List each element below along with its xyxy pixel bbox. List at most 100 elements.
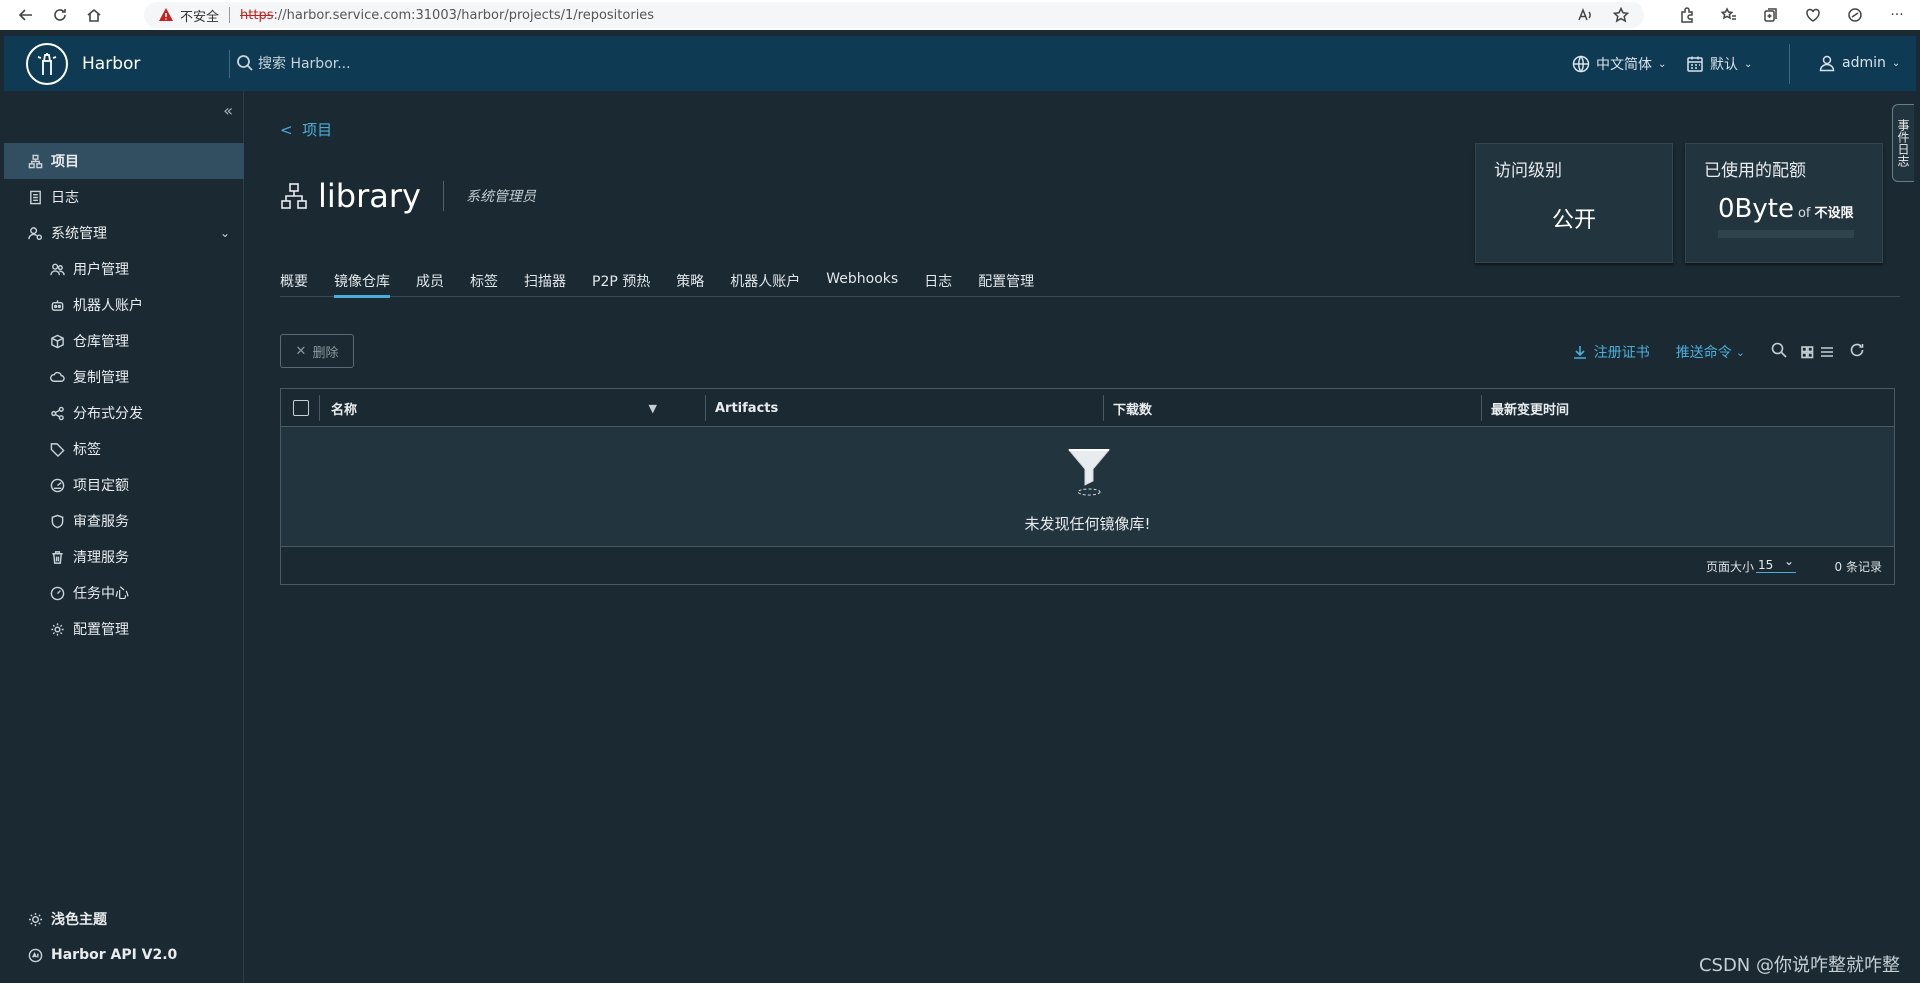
tab-logs[interactable]: 日志 — [924, 271, 952, 297]
sidebar-item-labels[interactable]: 标签 — [4, 431, 244, 467]
language-selector[interactable]: 中文简体 ⌄ — [1572, 54, 1666, 74]
sidebar-item-label: 仓库管理 — [73, 334, 129, 350]
select-all-checkbox[interactable] — [293, 400, 309, 416]
back-link-label: 项目 — [302, 121, 333, 139]
theme-selector[interactable]: 默认 ⌄ — [1686, 54, 1752, 74]
sidebar-item-configuration[interactable]: 配置管理 — [4, 611, 244, 647]
favorites-icon[interactable] — [1720, 6, 1738, 24]
logs-icon — [30, 190, 41, 204]
push-command-dropdown[interactable]: 推送命令 ⌄ — [1676, 342, 1745, 362]
register-cert-label: 注册证书 — [1593, 345, 1650, 361]
gear-icon — [51, 622, 64, 636]
language-label: 中文简体 — [1596, 57, 1652, 73]
tab-webhooks[interactable]: Webhooks — [826, 271, 898, 297]
tab-policy[interactable]: 策略 — [676, 271, 704, 297]
sidebar-item-registries[interactable]: 仓库管理 — [4, 323, 244, 359]
back-to-projects-link[interactable]: < 项目 — [280, 119, 332, 140]
shield-icon — [51, 514, 64, 528]
chevron-down-icon: ⌄ — [1891, 57, 1901, 69]
page-size-select[interactable]: 15 — [1756, 554, 1796, 573]
column-artifacts[interactable]: Artifacts — [705, 389, 778, 427]
filter-icon[interactable]: ▼ — [649, 402, 657, 415]
sidebar-item-clean-up[interactable]: 清理服务 — [4, 539, 244, 575]
header-divider — [1789, 44, 1790, 84]
table-header: 名称 ▼ Artifacts 下载数 最新变更时间 — [281, 389, 1894, 427]
sidebar-item-label: 标签 — [73, 442, 101, 458]
project-tabs: 概要 镜像仓库 成员 标签 扫描器 P2P 预热 策略 机器人账户 Webhoo… — [280, 271, 1900, 298]
close-icon: ✕ — [295, 343, 307, 359]
view-toggle-icon[interactable] — [1801, 344, 1835, 360]
collapse-sidebar-icon[interactable]: « — [223, 101, 233, 120]
column-label: 下载数 — [1113, 402, 1153, 418]
register-cert-button[interactable]: 注册证书 — [1572, 342, 1650, 362]
column-last-modified[interactable]: 最新变更时间 — [1481, 389, 1569, 427]
project-header: library 系统管理员 — [280, 177, 536, 215]
sidebar-item-robot-accounts[interactable]: 机器人账户 — [4, 287, 244, 323]
home-icon[interactable] — [82, 3, 106, 27]
harbor-logo-icon[interactable] — [26, 42, 68, 85]
address-divider — [229, 7, 231, 23]
tab-robot-accounts[interactable]: 机器人账户 — [730, 271, 800, 297]
favorite-star-icon[interactable] — [1612, 6, 1630, 24]
page-size-label: 页面大小 — [1705, 560, 1754, 574]
tab-summary[interactable]: 概要 — [280, 271, 308, 297]
sidebar-item-distributions[interactable]: 分布式分发 — [4, 395, 244, 431]
tab-p2p-preheat[interactable]: P2P 预热 — [592, 271, 650, 297]
main-content: < 项目 library 系统管理员 访问级别 公开 已使用的配额 0Byte … — [245, 91, 1920, 983]
project-name: library — [318, 177, 421, 215]
sidebar-item-replications[interactable]: 复制管理 — [4, 359, 244, 395]
table-footer: 页面大小 15 0 条记录 — [281, 547, 1894, 584]
insecure-label[interactable]: 不安全 — [180, 6, 219, 25]
sidebar-item-users[interactable]: 用户管理 — [4, 251, 244, 287]
sidebar-item-projects[interactable]: 项目 — [4, 143, 244, 179]
performance-icon[interactable] — [1804, 6, 1822, 24]
access-level-title: 访问级别 — [1494, 161, 1562, 181]
extensions-icon[interactable] — [1678, 6, 1696, 24]
delete-label: 删除 — [312, 345, 339, 361]
light-theme-toggle[interactable]: 浅色主题 — [4, 901, 244, 937]
tab-labels[interactable]: 标签 — [470, 271, 498, 297]
projects-icon — [28, 154, 43, 168]
sidebar-item-project-quotas[interactable]: 项目定额 — [4, 467, 244, 503]
sidebar-item-interrogation-services[interactable]: 审查服务 — [4, 503, 244, 539]
search-input[interactable]: 搜索 Harbor... — [258, 53, 351, 73]
sidebar-item-logs[interactable]: 日志 — [4, 179, 244, 215]
search-box[interactable]: 搜索 Harbor... — [236, 53, 351, 73]
sidebar-item-label: 配置管理 — [73, 622, 129, 638]
tab-members[interactable]: 成员 — [416, 271, 444, 297]
projects-icon — [281, 183, 307, 209]
access-level-card: 访问级别 公开 — [1475, 143, 1673, 263]
address-bar[interactable]: 不安全 https ://harbor.service.com:31003/ha… — [144, 2, 1644, 28]
repo-toolbar: 注册证书 推送命令 ⌄ — [1572, 342, 1865, 362]
delete-button[interactable]: ✕ 删除 — [280, 334, 354, 368]
collections-icon[interactable] — [1762, 6, 1780, 24]
download-icon — [1573, 346, 1586, 359]
app-name[interactable]: Harbor — [82, 54, 140, 74]
tab-scanner[interactable]: 扫描器 — [524, 271, 566, 297]
search-icon[interactable] — [1771, 342, 1787, 362]
sidebar-item-job-service[interactable]: 任务中心 — [4, 575, 244, 611]
more-options-icon[interactable]: ··· — [1888, 6, 1906, 24]
tab-repositories[interactable]: 镜像仓库 — [334, 271, 390, 298]
event-log-tab[interactable]: 事件日志 — [1892, 104, 1914, 182]
quota-usage: 0Byte of 不设限 — [1718, 194, 1854, 224]
chevron-down-icon[interactable]: ⌄ — [220, 226, 230, 240]
table-body: 未发现任何镜像库! — [281, 427, 1894, 547]
column-pulls[interactable]: 下载数 — [1103, 389, 1152, 427]
watermark: CSDN @你说咋整就咋整 — [1698, 955, 1900, 976]
reload-icon[interactable] — [48, 3, 72, 27]
back-arrow-icon[interactable] — [14, 3, 38, 27]
column-name[interactable]: 名称 ▼ — [321, 389, 667, 427]
user-menu[interactable]: admin ⌄ — [1818, 54, 1900, 72]
tab-configuration[interactable]: 配置管理 — [978, 271, 1034, 297]
api-explorer-link[interactable]: Harbor API V2.0 — [4, 937, 244, 973]
refresh-icon[interactable] — [1849, 342, 1865, 362]
sidebar-item-admin[interactable]: 系统管理 ⌄ — [4, 215, 244, 251]
sidebar-item-label: 项目 — [51, 154, 79, 170]
title-divider — [442, 181, 444, 211]
quota-limit: 不设限 — [1814, 206, 1854, 221]
quota-of: of — [1797, 206, 1811, 221]
read-aloud-icon[interactable] — [1576, 6, 1594, 24]
copilot-icon[interactable] — [1846, 6, 1864, 24]
sidebar-item-label: 系统管理 — [51, 226, 107, 242]
